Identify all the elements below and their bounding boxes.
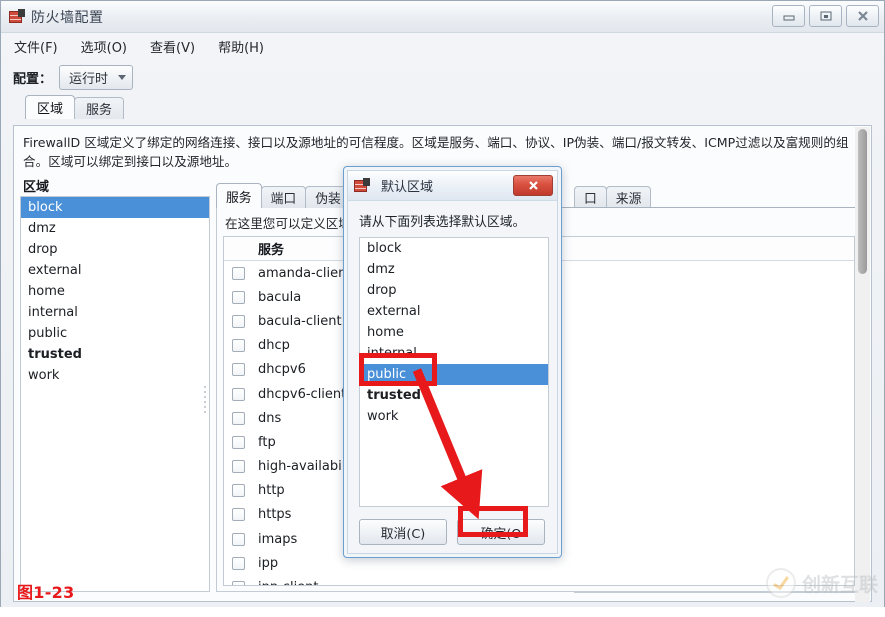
dialog-titlebar: 默认区域: [348, 171, 557, 201]
maximize-button[interactable]: [809, 5, 842, 27]
service-name: dhcpv6: [258, 362, 306, 377]
service-checkbox[interactable]: [232, 460, 245, 473]
service-name: amanda-client: [258, 266, 351, 281]
close-icon: [527, 179, 540, 192]
service-checkbox[interactable]: [232, 557, 245, 570]
list-item[interactable]: trusted: [21, 344, 209, 365]
list-item[interactable]: dmz: [21, 218, 209, 239]
config-label: 配置：: [13, 68, 52, 87]
tab-ports-partial[interactable]: 口: [574, 186, 607, 208]
list-item[interactable]: block: [21, 197, 209, 218]
service-name: http: [258, 483, 285, 498]
list-item[interactable]: dmz: [360, 259, 548, 280]
menu-item-help[interactable]: 帮助(H): [215, 35, 267, 58]
close-icon: [856, 10, 870, 22]
service-name: imaps: [258, 532, 297, 547]
service-checkbox[interactable]: [232, 533, 245, 546]
service-checkbox[interactable]: [232, 508, 245, 521]
menu-item-options[interactable]: 选项(O): [78, 35, 130, 58]
tab-zones[interactable]: 区域: [25, 95, 75, 119]
tab-services[interactable]: 服务: [74, 97, 124, 119]
service-name: ipp: [258, 556, 278, 571]
list-item[interactable]: internal: [360, 343, 548, 364]
service-name: bacula-client: [258, 314, 342, 329]
tab-services-inner[interactable]: 服务: [216, 183, 262, 208]
list-item[interactable]: block: [360, 238, 548, 259]
minimize-button[interactable]: [772, 5, 805, 27]
service-checkbox[interactable]: [232, 581, 245, 586]
zone-list[interactable]: block dmz drop external home internal pu…: [20, 196, 210, 592]
list-item[interactable]: external: [21, 260, 209, 281]
service-name: ipp-client: [258, 580, 319, 586]
window-title: 防火墙配置: [31, 7, 104, 27]
window-controls: [772, 5, 879, 27]
titlebar: 防火墙配置: [1, 1, 884, 33]
firewall-config-window: 防火墙配置 文件(F) 选项(O) 查看(V): [0, 0, 885, 617]
service-name: bacula: [258, 290, 301, 305]
zones-heading: 区域: [23, 176, 49, 195]
dialog-buttons: 取消(C) 确定(O: [359, 519, 551, 545]
service-checkbox[interactable]: [232, 388, 245, 401]
outer-tabs: 区域 服务: [1, 95, 884, 119]
chevron-down-icon: [118, 75, 126, 80]
service-checkbox[interactable]: [232, 363, 245, 376]
figure-caption: 图1-23: [17, 579, 75, 603]
tab-sources[interactable]: 来源: [606, 186, 652, 208]
tab-ports[interactable]: 端口: [261, 186, 307, 208]
config-dropdown[interactable]: 运行时: [59, 65, 133, 90]
service-name: dns: [258, 411, 281, 426]
service-name: dhcp: [258, 338, 290, 353]
scrollbar-thumb[interactable]: [858, 129, 867, 274]
service-checkbox[interactable]: [232, 315, 245, 328]
menubar: 文件(F) 选项(O) 查看(V) 帮助(H): [1, 33, 884, 59]
content-scrollbar[interactable]: [855, 127, 870, 602]
dialog-inner: 默认区域 请从下面列表选择默认区域。 block dmz drop extern…: [347, 170, 558, 554]
list-item[interactable]: internal: [21, 302, 209, 323]
service-checkbox[interactable]: [232, 291, 245, 304]
menu-item-file[interactable]: 文件(F): [11, 35, 61, 58]
service-checkbox[interactable]: [232, 267, 245, 280]
dialog-zone-list[interactable]: block dmz drop external home internal pu…: [359, 237, 549, 507]
service-name: https: [258, 507, 291, 522]
list-item[interactable]: external: [360, 301, 548, 322]
dialog-close-button[interactable]: [513, 175, 553, 196]
list-item[interactable]: home: [360, 322, 548, 343]
maximize-icon: [819, 10, 833, 22]
list-item[interactable]: public: [21, 323, 209, 344]
list-item[interactable]: drop: [360, 280, 548, 301]
firewall-icon: [354, 178, 370, 194]
page-bottom-strip: [0, 607, 885, 617]
service-name: ftp: [258, 435, 276, 450]
menu-item-view[interactable]: 查看(V): [147, 35, 198, 58]
list-item[interactable]: work: [21, 365, 209, 386]
list-item[interactable]: work: [360, 406, 548, 427]
list-item[interactable]: home: [21, 281, 209, 302]
table-row[interactable]: ipp-client: [224, 575, 854, 586]
firewall-icon: [9, 9, 25, 25]
cancel-button[interactable]: 取消(C): [359, 519, 447, 545]
service-checkbox[interactable]: [232, 339, 245, 352]
default-zone-dialog: 默认区域 请从下面列表选择默认区域。 block dmz drop extern…: [343, 166, 562, 558]
dialog-title: 默认区域: [381, 176, 433, 195]
list-item[interactable]: drop: [21, 239, 209, 260]
service-checkbox[interactable]: [232, 436, 245, 449]
ok-button[interactable]: 确定(O: [457, 519, 545, 545]
minimize-icon: [782, 11, 796, 21]
config-dropdown-value: 运行时: [69, 68, 108, 87]
service-name: dhcpv6-client: [258, 387, 346, 402]
close-button[interactable]: [846, 5, 879, 27]
dialog-prompt: 请从下面列表选择默认区域。: [359, 211, 525, 230]
list-item-public[interactable]: public: [360, 364, 548, 385]
service-checkbox[interactable]: [232, 484, 245, 497]
list-item[interactable]: trusted: [360, 385, 548, 406]
config-row: 配置： 运行时: [1, 59, 884, 95]
resize-grip-icon[interactable]: [204, 386, 207, 420]
service-checkbox[interactable]: [232, 412, 245, 425]
